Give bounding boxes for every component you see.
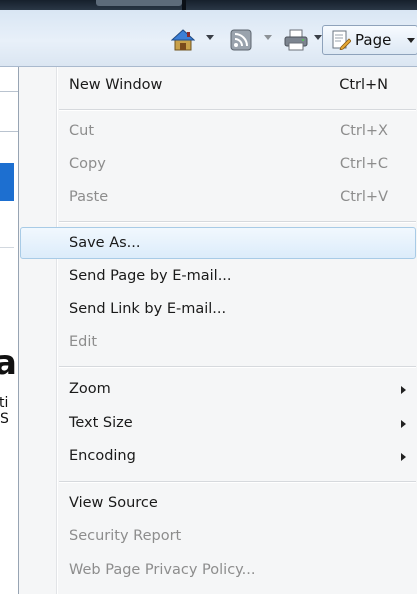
menu-item-shortcut: Ctrl+X (340, 123, 388, 139)
menu-item-shortcut: Ctrl+V (340, 189, 388, 205)
menu-item-privacy-policy[interactable]: Web Page Privacy Policy... (21, 555, 417, 587)
menu-item-label: Web Page Privacy Policy... (69, 562, 256, 578)
background-large-glyph: a (0, 343, 17, 383)
print-dropdown-arrow[interactable] (314, 35, 322, 40)
menu-item-label: Copy (69, 156, 106, 172)
page-icon (332, 30, 351, 50)
feeds-button[interactable] (228, 27, 254, 53)
menu-item-zoom[interactable]: Zoom (21, 374, 417, 406)
menu-separator (59, 109, 416, 111)
window-frame (0, 0, 417, 10)
menu-separator (59, 481, 416, 483)
menu-item-new-window[interactable]: New Window Ctrl+N (21, 70, 417, 102)
menu-item-edit[interactable]: Edit (21, 327, 417, 359)
feeds-dropdown-arrow[interactable] (264, 35, 272, 40)
submenu-arrow-icon (401, 453, 406, 461)
menu-item-paste[interactable]: Paste Ctrl+V (21, 182, 417, 214)
window-frame-notch (96, 0, 182, 6)
background-divider (0, 131, 20, 132)
print-icon (284, 29, 308, 51)
menu-item-encoding[interactable]: Encoding (21, 441, 417, 473)
menu-item-label: Send Page by E-mail... (69, 268, 232, 284)
home-icon (171, 29, 195, 51)
menu-item-label: Text Size (69, 415, 133, 431)
menu-item-label: Paste (69, 189, 109, 205)
feeds-icon (230, 29, 252, 51)
menu-item-send-page[interactable]: Send Page by E-mail... (21, 261, 417, 293)
page-menu-button[interactable]: Page (322, 25, 417, 55)
home-button[interactable] (170, 27, 196, 53)
menu-separator (59, 366, 416, 368)
background-page: a ti S (0, 67, 20, 594)
command-bar: Page (0, 10, 417, 67)
background-divider (0, 91, 20, 92)
window-frame-divider (182, 0, 186, 10)
menu-item-shortcut: Ctrl+N (339, 77, 388, 93)
menu-item-label: Zoom (69, 381, 111, 397)
submenu-arrow-icon (401, 420, 406, 428)
background-blue-bar (0, 163, 14, 201)
menu-item-label: Edit (69, 334, 98, 350)
menu-item-label: Send Link by E-mail... (69, 301, 227, 317)
menu-item-send-link[interactable]: Send Link by E-mail... (21, 294, 417, 326)
print-button[interactable] (283, 27, 309, 53)
menu-item-shortcut: Ctrl+C (339, 156, 388, 172)
menu-item-copy[interactable]: Copy Ctrl+C (21, 149, 417, 181)
menu-item-security-report[interactable]: Security Report (21, 521, 417, 553)
menu-item-cut[interactable]: Cut Ctrl+X (21, 116, 417, 148)
menu-item-save-as[interactable]: Save As... (20, 227, 416, 259)
home-dropdown-arrow[interactable] (206, 35, 214, 40)
menu-item-label: Save As... (69, 235, 141, 251)
menu-item-label: New Window (69, 77, 163, 93)
menu-item-label: View Source (69, 495, 158, 511)
page-menu-label: Page (355, 31, 392, 49)
background-glyph: S (0, 411, 9, 427)
menu-item-text-size[interactable]: Text Size (21, 408, 417, 440)
submenu-arrow-icon (401, 386, 406, 394)
chevron-down-icon (407, 38, 415, 43)
background-glyph: ti (0, 395, 9, 411)
page-dropdown-menu: New Window Ctrl+N Cut Ctrl+X Copy Ctrl+C… (18, 67, 417, 594)
menu-item-label: Cut (69, 123, 94, 139)
menu-item-view-source[interactable]: View Source (21, 488, 417, 520)
menu-separator (59, 221, 416, 223)
menu-item-label: Encoding (69, 448, 136, 464)
menu-item-label: Security Report (69, 528, 182, 544)
background-divider (0, 247, 14, 248)
